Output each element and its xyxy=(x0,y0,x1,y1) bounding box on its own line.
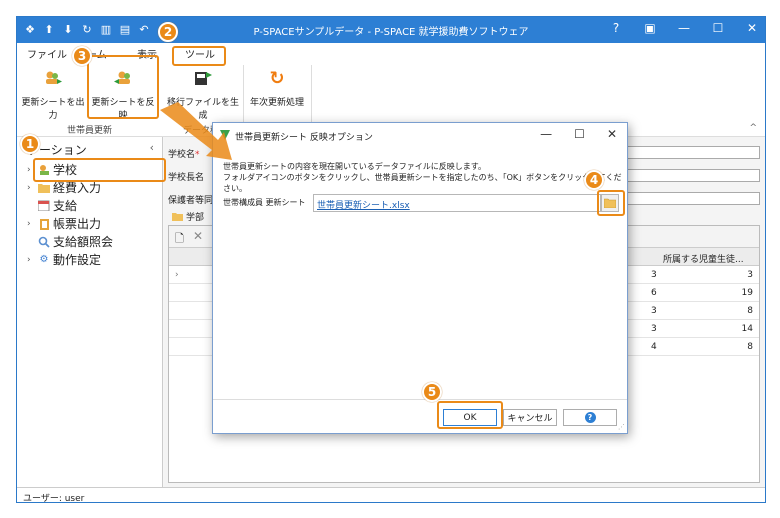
school-name-label: 学校名* xyxy=(168,150,200,160)
update-sheet-filename[interactable]: 世帯員更新シート.xlsx xyxy=(317,198,410,211)
dialog-footer: OK キャンセル ? xyxy=(213,399,627,433)
minimize-icon[interactable]: — xyxy=(677,21,691,35)
principal-field[interactable] xyxy=(624,169,760,182)
magnifier-icon xyxy=(38,236,50,248)
nav-item-settings[interactable]: › ⚙ 動作設定 xyxy=(27,251,101,268)
export-update-sheet-button[interactable]: 更新シートを出力 xyxy=(21,67,85,121)
column-header[interactable]: 所属する児童生徒... xyxy=(663,252,744,265)
navigation-pane: ゲーション ‹ › 学校 › 経費入力 支給 › 帳票出力 支給額照会 › ⚙ … xyxy=(17,137,163,487)
ribbon-group-label: 世帯員更新 xyxy=(67,126,113,136)
nav-item-report-output[interactable]: › 帳票出力 xyxy=(27,215,101,232)
maximize-icon[interactable]: ☐ xyxy=(574,127,585,141)
ribbon-collapse-icon[interactable]: ^ xyxy=(749,123,757,133)
callout-4: 4 xyxy=(584,170,604,190)
window-controls: ? ▣ — ☐ ✕ xyxy=(609,21,759,35)
maximize-icon[interactable]: ☐ xyxy=(711,21,725,35)
status-user: ユーザー: user xyxy=(23,494,85,503)
status-bar: ユーザー: user xyxy=(17,487,765,503)
highlight-school xyxy=(33,158,166,182)
clipboard-icon xyxy=(38,218,50,230)
folder-icon xyxy=(172,213,183,221)
cancel-button[interactable]: キャンセル xyxy=(503,409,557,426)
nav-item-amount-inquiry[interactable]: 支給額照会 xyxy=(27,233,113,250)
expand-arrow-icon[interactable]: › xyxy=(27,255,35,265)
dialog-message: 世帯員更新シートの内容を現在開いているデータファイルに反映します。 フォルダアイ… xyxy=(223,162,622,193)
guardian-field[interactable] xyxy=(624,192,760,205)
restore-layout-icon[interactable]: ▣ xyxy=(643,21,657,35)
delete-row-icon[interactable]: ✕ xyxy=(193,229,203,243)
new-row-icon[interactable]: 🗋 xyxy=(175,230,184,249)
update-sheet-label: 世帯構成員 更新シート xyxy=(223,198,306,207)
update-sheet-path-input[interactable]: 世帯員更新シート.xlsx xyxy=(313,194,601,212)
nav-collapse-icon[interactable]: ‹ xyxy=(150,141,154,154)
gear-icon: ⚙ xyxy=(39,254,49,265)
highlight-folder-button xyxy=(597,190,625,216)
folder-icon xyxy=(38,182,50,194)
minimize-icon[interactable]: — xyxy=(540,127,552,141)
migration-file-icon xyxy=(192,67,214,89)
dialog-window-controls: — ☐ ✕ xyxy=(540,127,617,141)
help-icon: ? xyxy=(584,412,596,423)
export-sheet-icon xyxy=(42,67,64,89)
dialog-title-bar: 世帯員更新シート 反映オプション — ☐ ✕ xyxy=(213,123,627,147)
school-name-field[interactable] xyxy=(624,146,760,159)
close-icon[interactable]: ✕ xyxy=(607,127,617,141)
highlight-ok-button xyxy=(437,401,503,429)
dialog-title: 世帯員更新シート 反映オプション xyxy=(235,133,373,143)
annual-update-icon: ↻ xyxy=(269,67,285,89)
highlight-tools-menu xyxy=(172,46,226,66)
highlight-apply-button xyxy=(87,55,159,119)
app-logo-icon xyxy=(220,130,230,140)
nav-item-payment[interactable]: 支給 xyxy=(27,197,77,214)
callout-3: 3 xyxy=(72,46,92,66)
callout-5: 5 xyxy=(422,382,442,402)
expand-arrow-icon[interactable]: › xyxy=(27,183,35,193)
callout-2: 2 xyxy=(158,22,178,42)
expand-arrow-icon[interactable]: › xyxy=(27,219,35,229)
help-icon[interactable]: ? xyxy=(609,21,623,35)
calendar-icon xyxy=(38,200,50,212)
help-button[interactable]: ? xyxy=(563,409,617,426)
department-tab[interactable]: 学部 xyxy=(172,210,204,223)
menu-file[interactable]: ファイル xyxy=(27,46,67,61)
close-icon[interactable]: ✕ xyxy=(745,21,759,35)
resize-grip-icon[interactable]: ⋰ xyxy=(618,423,625,431)
guardian-label: 保護者等同 xyxy=(168,196,214,206)
callout-1: 1 xyxy=(20,134,40,154)
annual-update-button[interactable]: ↻ 年次更新処理 xyxy=(247,67,307,109)
title-bar: ❖ ⬆ ⬇ ↻ ▥ ▤ ↶ P-SPACEサンプルデータ - P-SPACE 就… xyxy=(17,17,765,43)
principal-label: 学校長名 xyxy=(168,173,205,183)
apply-options-dialog: 世帯員更新シート 反映オプション — ☐ ✕ 世帯員更新シートの内容を現在開いて… xyxy=(212,122,628,434)
generate-migration-file-button[interactable]: 移行ファイルを生成 xyxy=(167,67,239,121)
